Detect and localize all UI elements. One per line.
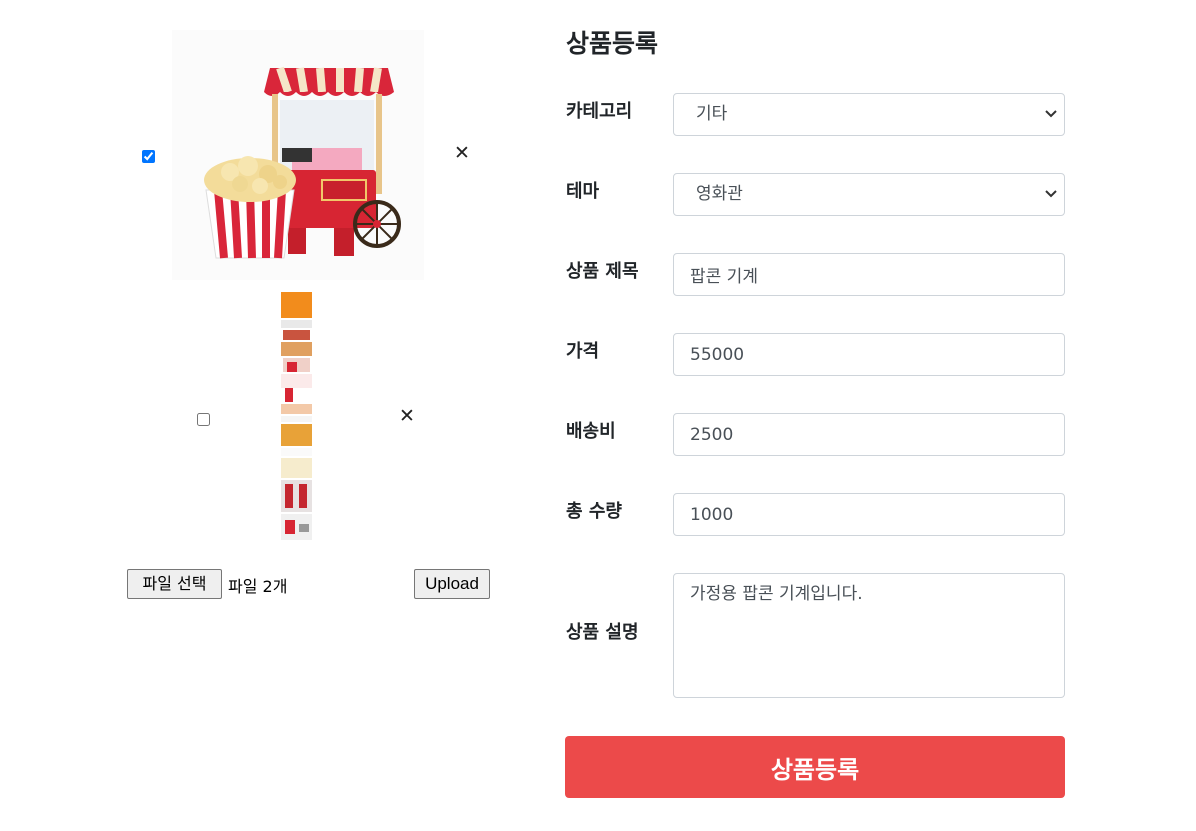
theme-select[interactable]: 영화관: [673, 173, 1065, 216]
close-icon[interactable]: ✕: [399, 407, 415, 426]
quantity-label: 총 수량: [566, 501, 622, 522]
shipping-label: 배송비: [566, 421, 616, 442]
description-textarea[interactable]: 가정용 팝콘 기계입니다.: [673, 573, 1065, 698]
shipping-input[interactable]: [673, 413, 1065, 456]
chevron-down-icon: [1044, 94, 1058, 152]
file-status-text: 파일 2개: [228, 577, 288, 596]
popcorn-machine-image: [172, 30, 424, 280]
detail-strip-illustration: [281, 292, 312, 540]
theme-value: 영화관: [696, 184, 743, 204]
category-select[interactable]: 기타: [673, 93, 1065, 136]
file-select-button[interactable]: 파일 선택: [127, 569, 222, 599]
popcorn-machine-illustration: [204, 66, 401, 259]
file-upload-row: 파일 선택 파일 2개 Upload: [127, 569, 491, 601]
submit-button[interactable]: 상품등록: [565, 736, 1065, 798]
theme-label: 테마: [566, 181, 600, 202]
page-title: 상품등록: [566, 29, 659, 58]
quantity-input[interactable]: [673, 493, 1065, 536]
upload-button[interactable]: Upload: [414, 569, 490, 599]
close-icon[interactable]: ✕: [454, 144, 470, 163]
detail-strip-image: [281, 292, 312, 542]
category-label: 카테고리: [566, 101, 633, 122]
chevron-down-icon: [1044, 174, 1058, 232]
image-1-checkbox[interactable]: [142, 150, 155, 163]
description-label: 상품 설명: [566, 622, 639, 643]
price-input[interactable]: [673, 333, 1065, 376]
image-2-checkbox[interactable]: [197, 413, 210, 426]
product-title-input[interactable]: [673, 253, 1065, 296]
product-title-label: 상품 제목: [566, 261, 639, 282]
price-label: 가격: [566, 341, 600, 362]
category-value: 기타: [696, 104, 728, 124]
